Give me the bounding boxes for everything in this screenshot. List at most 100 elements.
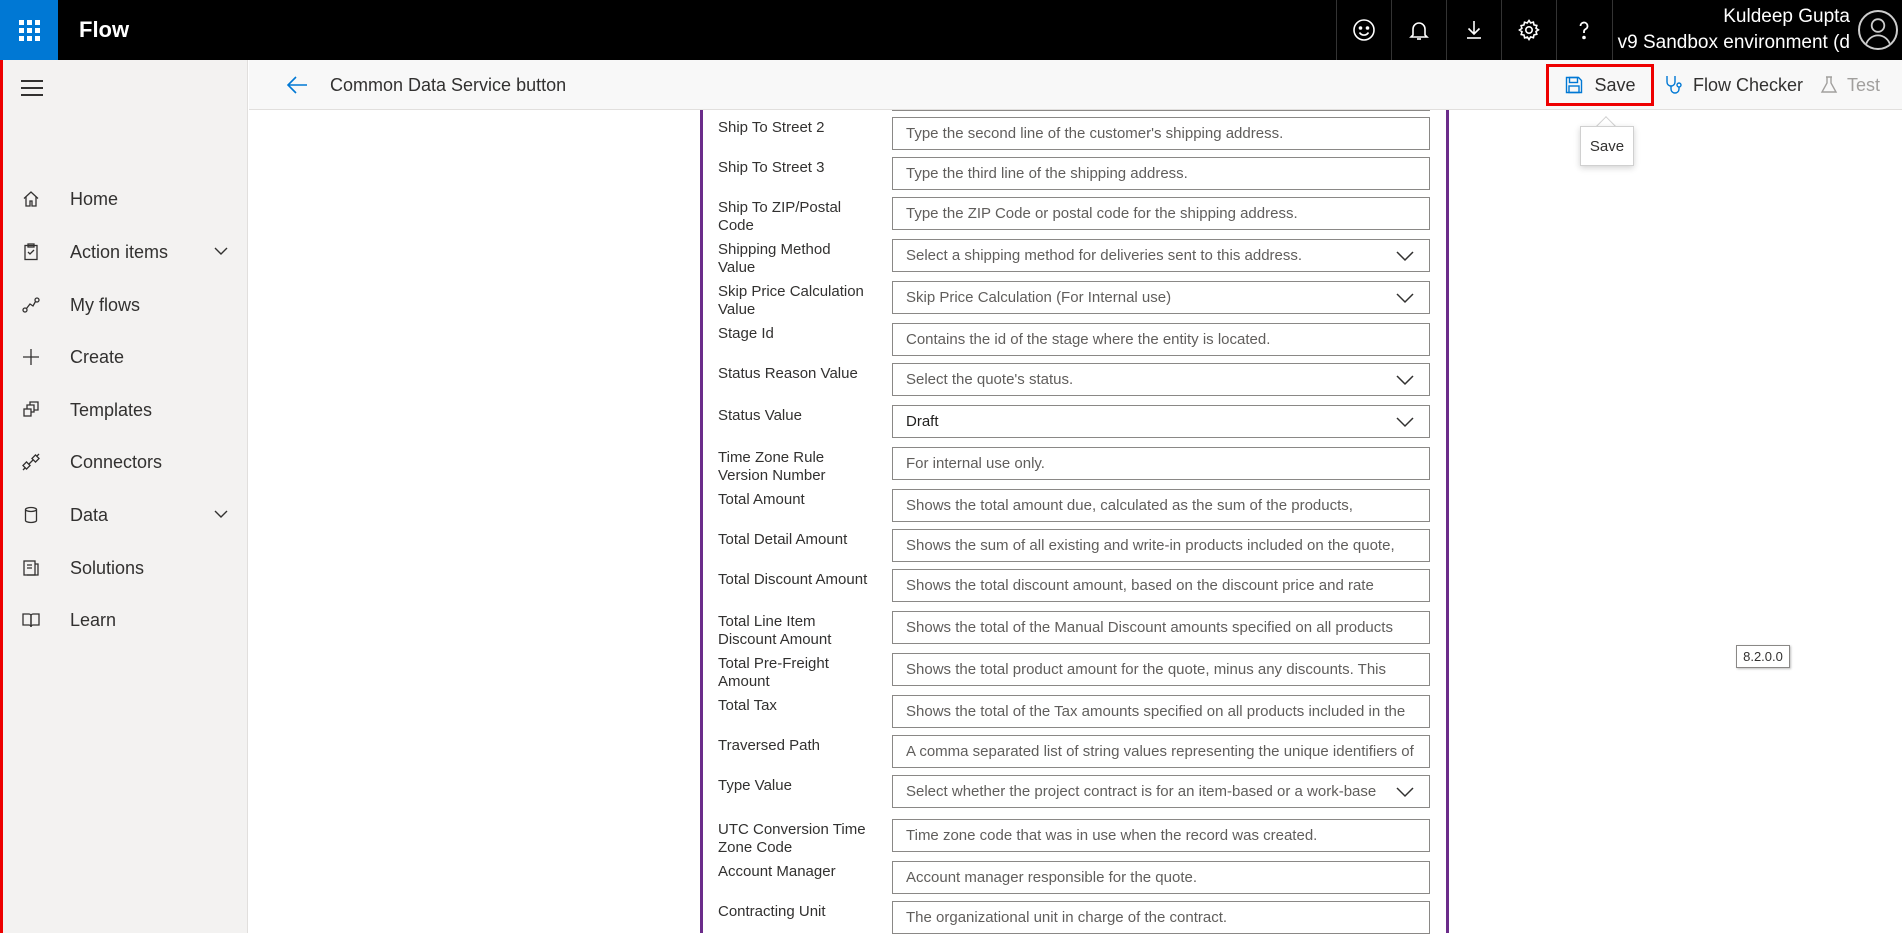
field-label: Time Zone Rule Version Number xyxy=(718,449,826,484)
field-value: Type the ZIP Code or postal code for the… xyxy=(906,205,1298,222)
help-icon xyxy=(1579,21,1589,40)
command-bar: Common Data Service button Save Flow Che… xyxy=(249,60,1902,110)
left-navigation: Home Action items My flows Create Templa… xyxy=(3,60,248,933)
chevron-down-icon[interactable] xyxy=(212,505,230,523)
chevron-down-icon[interactable] xyxy=(1395,784,1415,800)
sidebar-item-label: Home xyxy=(70,188,119,209)
download-icon xyxy=(1467,21,1481,39)
notifications-button[interactable] xyxy=(1391,0,1446,60)
chevron-down-icon[interactable] xyxy=(1395,372,1415,388)
sidebar-item-data[interactable]: Data xyxy=(3,493,248,537)
sidebar-item-home[interactable]: Home xyxy=(3,177,248,221)
sidebar-item-my-flows[interactable]: My flows xyxy=(3,283,248,327)
sidebar-item-label: Connectors xyxy=(70,451,163,472)
field-value: Select whether the project contract is f… xyxy=(906,783,1377,800)
field-input[interactable]: Shows the total of the Tax amounts speci… xyxy=(892,695,1430,728)
save-button[interactable]: Save xyxy=(1546,64,1654,106)
download-button[interactable] xyxy=(1446,0,1501,60)
gear-icon xyxy=(1518,19,1540,41)
field-value: Shows the total amount due, calculated a… xyxy=(906,497,1353,514)
chevron-down-icon[interactable] xyxy=(1395,290,1415,306)
field-input[interactable]: Shows the sum of all existing and write-… xyxy=(892,529,1430,562)
field-value: Type the second line of the customer's s… xyxy=(906,125,1284,142)
flow-checker-button[interactable]: Flow Checker xyxy=(1663,64,1803,106)
top-header: Flow Kuldeep Gupta v9 Sandbox environmen… xyxy=(0,0,1902,60)
field-dropdown[interactable]: Select whether the project contract is f… xyxy=(892,775,1430,808)
field-input[interactable]: Type the second line of the customer's s… xyxy=(892,117,1430,150)
sidebar-item-learn[interactable]: Learn xyxy=(3,598,248,642)
test-button[interactable]: Test xyxy=(1819,64,1880,106)
field-input[interactable]: Account manager responsible for the quot… xyxy=(892,861,1430,894)
field-value: Shows the total of the Manual Discount a… xyxy=(906,619,1393,636)
user-name: Kuldeep Gupta xyxy=(1723,6,1850,27)
sidebar-item-label: Data xyxy=(70,504,109,525)
clipboard-icon xyxy=(20,241,42,263)
field-input[interactable]: A comma separated list of string values … xyxy=(892,735,1430,768)
previous-field-edge xyxy=(892,110,1430,111)
save-tooltip: Save xyxy=(1580,126,1634,166)
field-dropdown[interactable]: Skip Price Calculation (For Internal use… xyxy=(892,281,1430,314)
user-info: Kuldeep Gupta v9 Sandbox environment (d xyxy=(1613,4,1858,56)
plus-icon xyxy=(20,346,42,368)
flow-title: Common Data Service button xyxy=(330,75,567,95)
sidebar-item-action-items[interactable]: Action items xyxy=(3,230,248,274)
bell-icon xyxy=(1409,22,1429,40)
field-value: A comma separated list of string values … xyxy=(906,743,1414,760)
test-label: Test xyxy=(1847,74,1881,95)
field-input[interactable]: Contains the id of the stage where the e… xyxy=(892,323,1430,356)
version-badge: 8.2.0.0 xyxy=(1736,645,1790,668)
flow-icon xyxy=(20,294,42,316)
sidebar-item-create[interactable]: Create xyxy=(3,335,248,379)
field-value: Contains the id of the stage where the e… xyxy=(906,331,1271,348)
chevron-down-icon[interactable] xyxy=(1395,414,1415,430)
feedback-button[interactable] xyxy=(1336,0,1391,60)
sidebar-item-label: Action items xyxy=(70,241,169,262)
field-label: Contracting Unit xyxy=(718,903,826,920)
field-label: Traversed Path xyxy=(718,737,820,754)
field-input[interactable]: Shows the total discount amount, based o… xyxy=(892,569,1430,602)
field-input[interactable]: Time zone code that was in use when the … xyxy=(892,819,1430,852)
field-value: Shows the sum of all existing and write-… xyxy=(906,537,1395,554)
field-label: Total Pre-Freight Amount xyxy=(718,655,829,690)
field-value: Shows the total discount amount, based o… xyxy=(906,577,1374,594)
field-dropdown[interactable]: Select a shipping method for deliveries … xyxy=(892,239,1430,272)
field-label: Ship To Street 2 xyxy=(718,119,825,136)
back-arrow-icon[interactable] xyxy=(285,74,309,96)
field-input[interactable]: Shows the total product amount for the q… xyxy=(892,653,1430,686)
solutions-icon xyxy=(20,557,42,579)
field-label: Status Reason Value xyxy=(718,365,858,382)
field-label: Total Detail Amount xyxy=(718,531,848,548)
sidebar-item-connectors[interactable]: Connectors xyxy=(3,440,248,484)
field-value: Shows the total of the Tax amounts speci… xyxy=(906,703,1406,720)
settings-button[interactable] xyxy=(1501,0,1556,60)
templates-icon xyxy=(20,399,42,421)
field-dropdown[interactable]: Draft xyxy=(892,405,1430,438)
field-dropdown[interactable]: Select the quote's status. xyxy=(892,363,1430,396)
sidebar-item-solutions[interactable]: Solutions xyxy=(3,546,248,590)
app-launcher-button[interactable] xyxy=(0,0,58,60)
field-input[interactable]: The organizational unit in charge of the… xyxy=(892,901,1430,934)
stethoscope-icon xyxy=(1666,76,1682,94)
sidebar-item-label: My flows xyxy=(70,294,141,315)
field-input[interactable]: Shows the total of the Manual Discount a… xyxy=(892,611,1430,644)
chevron-down-icon[interactable] xyxy=(212,242,230,260)
chevron-down-icon[interactable] xyxy=(1395,248,1415,264)
field-input[interactable]: Type the ZIP Code or postal code for the… xyxy=(892,197,1430,230)
field-label: Total Amount xyxy=(718,491,805,508)
database-icon xyxy=(20,504,42,526)
help-button[interactable] xyxy=(1556,0,1611,60)
action-card: Ship To Street 2 Type the second line of … xyxy=(700,110,1449,934)
sidebar-item-templates[interactable]: Templates xyxy=(3,388,248,432)
hamburger-menu-icon[interactable] xyxy=(21,80,43,101)
field-value: Select the quote's status. xyxy=(906,371,1074,388)
field-input[interactable]: Type the third line of the shipping addr… xyxy=(892,157,1430,190)
waffle-icon xyxy=(18,19,40,41)
field-value: Shows the total product amount for the q… xyxy=(906,661,1386,678)
flow-checker-label: Flow Checker xyxy=(1693,74,1804,95)
field-label: Type Value xyxy=(718,777,792,794)
field-input[interactable]: For internal use only. xyxy=(892,447,1430,480)
account-button[interactable]: Kuldeep Gupta v9 Sandbox environment (d xyxy=(1612,0,1902,60)
app-name[interactable]: Flow xyxy=(79,17,129,43)
field-input[interactable]: Shows the total amount due, calculated a… xyxy=(892,489,1430,522)
avatar xyxy=(1858,10,1898,50)
